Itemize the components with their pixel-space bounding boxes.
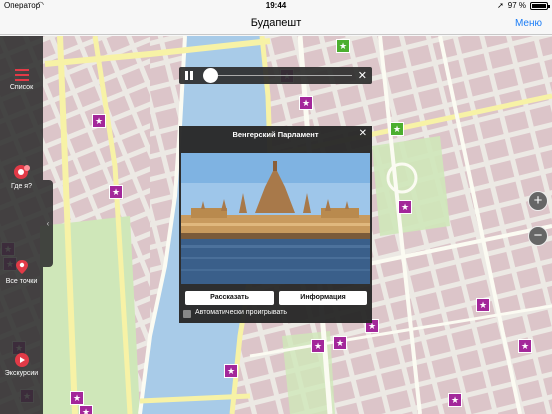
star-icon: ★ [392, 124, 402, 134]
app-root: Оператор ◠ 19:44 ➚ 97 % Будапешт Меню ★ … [0, 0, 552, 414]
player-close-button[interactable]: ✕ [358, 69, 367, 82]
zoom-in-button[interactable]: + [528, 191, 548, 211]
poi-marker[interactable]: ★ [336, 39, 350, 53]
poi-marker[interactable]: ★ [299, 96, 313, 110]
sidebar-item-tours[interactable]: Экскурсии [0, 353, 43, 377]
progress-thumb[interactable] [203, 68, 218, 83]
popup-close-button[interactable]: ✕ [359, 128, 367, 139]
sidebar-item-label: Где я? [11, 183, 32, 190]
star-icon: ★ [226, 366, 236, 376]
poi-marker[interactable]: ★ [70, 391, 84, 405]
star-icon: ★ [450, 395, 460, 405]
sidebar-item-all-points[interactable]: Все точки [0, 259, 43, 285]
star-icon: ★ [81, 407, 91, 414]
location-arrow-icon: ➚ [497, 1, 504, 10]
poi-marker[interactable]: ★ [448, 393, 462, 407]
pause-button[interactable] [185, 71, 194, 80]
poi-popup: Венгерский Парламент ✕ Рассказать Информ… [179, 126, 372, 323]
tell-button[interactable]: Рассказать [185, 291, 274, 305]
parliament-photo[interactable] [181, 153, 370, 284]
poi-marker[interactable]: ★ [92, 114, 106, 128]
star-icon: ★ [338, 41, 348, 51]
progress-track[interactable] [205, 75, 352, 76]
poi-marker[interactable]: ★ [390, 122, 404, 136]
autoplay-checkbox[interactable] [183, 310, 191, 318]
poi-marker[interactable]: ★ [109, 185, 123, 199]
poi-marker[interactable]: ★ [311, 339, 325, 353]
poi-marker[interactable]: ★ [224, 364, 238, 378]
list-icon [14, 69, 29, 81]
battery-percent: 97 % [507, 1, 526, 10]
status-bar: Оператор ◠ 19:44 ➚ 97 % [0, 0, 552, 12]
popup-title: Венгерский Парламент [232, 130, 319, 139]
star-icon: ★ [400, 202, 410, 212]
star-icon: ★ [72, 393, 82, 403]
sidebar: Список Где я? Все точки Экскурсии [0, 36, 43, 414]
status-right: ➚ 97 % [497, 1, 550, 10]
battery-icon [530, 1, 550, 10]
all-points-icon [15, 260, 28, 274]
sidebar-item-label: Все точки [5, 278, 38, 285]
page-title: Будапешт [250, 17, 302, 29]
info-button[interactable]: Информация [279, 291, 367, 305]
poi-marker[interactable]: ★ [333, 336, 347, 350]
location-target-icon [13, 165, 30, 179]
star-icon: ★ [335, 338, 345, 348]
clock: 19:44 [265, 1, 287, 10]
star-icon: ★ [478, 300, 488, 310]
zoom-out-button[interactable]: − [528, 226, 548, 246]
tours-icon [14, 353, 29, 367]
sidebar-item-where-am-i[interactable]: Где я? [0, 164, 43, 190]
poi-marker[interactable]: ★ [79, 405, 93, 414]
star-icon: ★ [94, 116, 104, 126]
poi-marker[interactable]: ★ [518, 339, 532, 353]
sidebar-item-list[interactable]: Список [0, 69, 43, 91]
sidebar-collapse-handle[interactable]: ‹ [43, 180, 53, 267]
sidebar-item-label: Список [9, 84, 34, 91]
star-icon: ★ [111, 187, 121, 197]
star-icon: ★ [301, 98, 311, 108]
sidebar-item-label: Экскурсии [4, 370, 39, 377]
star-icon: ★ [520, 341, 530, 351]
poi-marker[interactable]: ★ [476, 298, 490, 312]
poi-marker[interactable]: ★ [398, 200, 412, 214]
nav-bar: Будапешт Меню [0, 12, 552, 35]
star-icon: ★ [313, 341, 323, 351]
autoplay-label: Автоматически проигрывать [195, 309, 288, 316]
menu-button[interactable]: Меню [515, 18, 542, 29]
audio-player: ✕ [179, 67, 372, 84]
